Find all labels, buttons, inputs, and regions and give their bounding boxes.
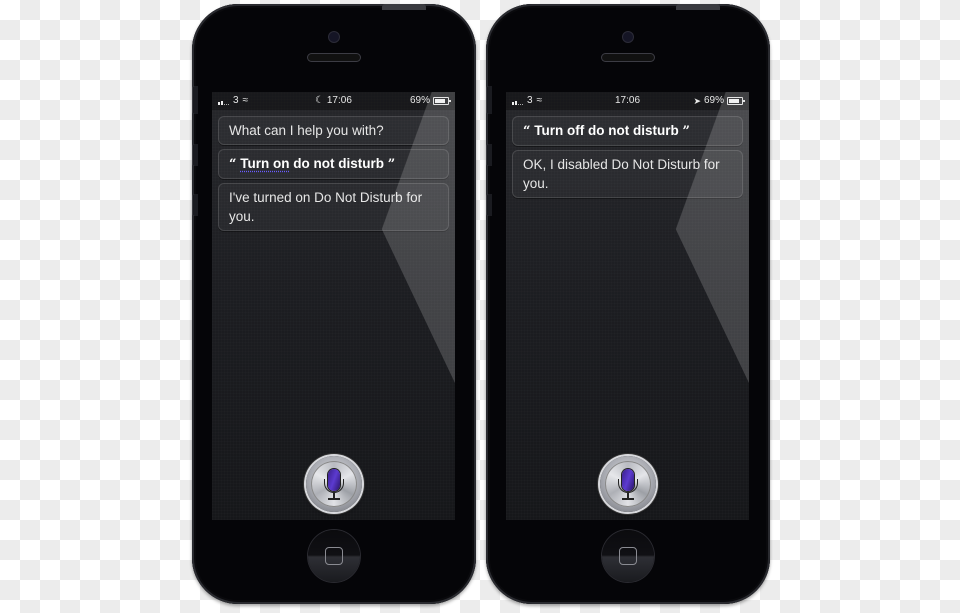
microphone-base xyxy=(621,498,634,500)
siri-response-text: I've turned on Do Not Disturb for you. xyxy=(229,190,423,224)
siri-response-bubble: I've turned on Do Not Disturb for you. xyxy=(218,183,449,231)
volume-down-button[interactable] xyxy=(486,194,492,216)
battery-icon xyxy=(433,97,451,105)
siri-response-bubble: OK, I disabled Do Not Disturb for you. xyxy=(512,150,743,198)
microphone-holder xyxy=(617,479,638,493)
siri-mic-button[interactable] xyxy=(305,456,362,512)
home-square-icon xyxy=(325,547,343,565)
siri-mic-button[interactable] xyxy=(599,456,656,512)
battery-percent: 69% xyxy=(409,95,430,106)
microphone-holder xyxy=(323,479,344,493)
status-bar: 3 ≈ ☾ 17:06 69% xyxy=(212,92,455,110)
siri-button-bezel xyxy=(310,461,357,507)
moon-icon: ☾ xyxy=(315,95,325,106)
user-query-text: Turn off do not disturb xyxy=(534,123,679,138)
phone-right: 3 ≈ 17:06 ➤ 69% “ Turn off do not distur… xyxy=(486,4,770,604)
close-quote-icon: ” xyxy=(387,157,396,172)
siri-screen: 3 ≈ 17:06 ➤ 69% “ Turn off do not distur… xyxy=(506,92,749,520)
volume-up-button[interactable] xyxy=(486,144,492,166)
status-bar: 3 ≈ 17:06 ➤ 69% xyxy=(506,92,749,110)
siri-response-text: OK, I disabled Do Not Disturb for you. xyxy=(523,157,720,191)
home-square-icon xyxy=(619,547,637,565)
status-time: 17:06 xyxy=(614,95,641,106)
volume-down-button[interactable] xyxy=(192,194,198,216)
user-query-text: do not disturb xyxy=(289,156,384,171)
microphone-base xyxy=(327,498,340,500)
home-button[interactable] xyxy=(602,530,654,582)
volume-up-button[interactable] xyxy=(192,144,198,166)
front-camera xyxy=(329,32,339,42)
siri-response-text: What can I help you with? xyxy=(229,123,384,138)
home-button[interactable] xyxy=(308,530,360,582)
mute-switch[interactable] xyxy=(192,86,198,114)
close-quote-icon: ” xyxy=(682,124,690,139)
sleep-button[interactable] xyxy=(676,4,720,10)
front-camera xyxy=(623,32,633,42)
user-query-bubble[interactable]: “ Turn on do not disturb ” xyxy=(218,149,449,179)
status-time: 17:06 xyxy=(326,95,352,106)
open-quote-icon: “ xyxy=(229,157,237,172)
mute-switch[interactable] xyxy=(486,86,492,114)
siri-button-bezel xyxy=(604,461,651,507)
sleep-button[interactable] xyxy=(382,4,426,10)
earpiece-speaker xyxy=(602,54,654,61)
battery-icon xyxy=(727,97,745,105)
siri-screen: 3 ≈ ☾ 17:06 69% What can I help you with… xyxy=(212,92,455,520)
user-query-editable-text[interactable]: Turn on xyxy=(240,156,289,171)
user-query-bubble[interactable]: “ Turn off do not disturb ” xyxy=(512,116,743,146)
earpiece-speaker xyxy=(308,54,360,61)
siri-response-bubble: What can I help you with? xyxy=(218,116,449,145)
battery-percent: 69% xyxy=(703,95,724,106)
phone-left: 3 ≈ ☾ 17:06 69% What can I help you with… xyxy=(192,4,476,604)
open-quote-icon: “ xyxy=(523,124,531,139)
location-arrow-icon: ➤ xyxy=(693,96,701,106)
